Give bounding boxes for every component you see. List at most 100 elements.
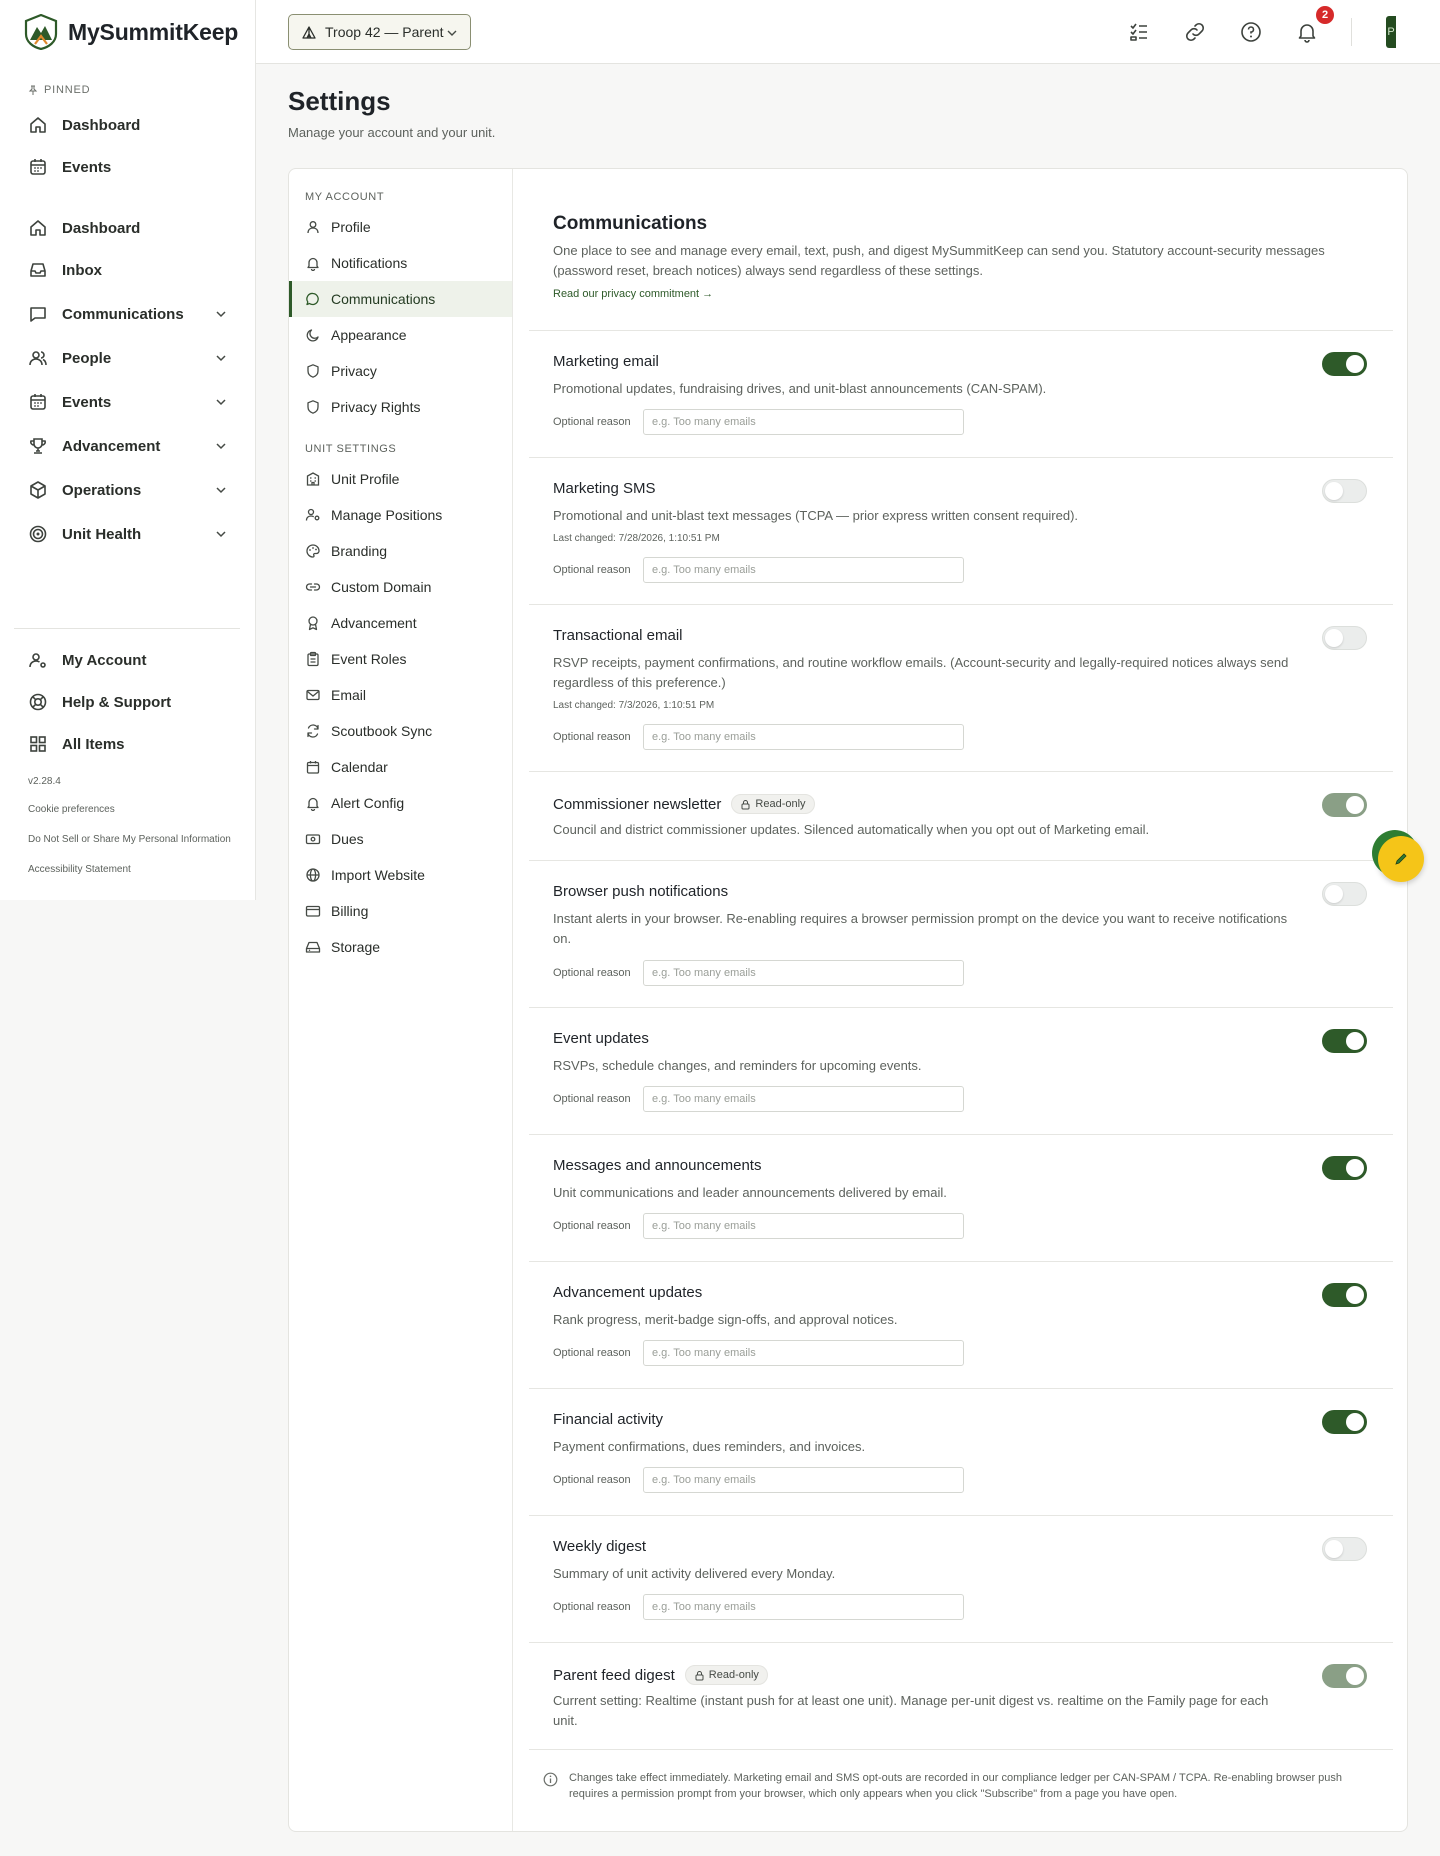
accessibility-statement-link[interactable]: Accessibility Statement [28, 864, 131, 875]
toggle-switch[interactable] [1322, 352, 1367, 376]
settings-tab-storage[interactable]: Storage [289, 929, 512, 965]
settings-tab-import-website[interactable]: Import Website [289, 857, 512, 893]
settings-tab-communications[interactable]: Communications [289, 281, 512, 317]
app-logo[interactable]: MySummitKeep [24, 14, 238, 50]
section-title: Communications [553, 213, 708, 234]
toggle-knob [1325, 885, 1343, 903]
avatar[interactable]: P [1386, 16, 1396, 48]
toggle-switch[interactable] [1322, 1156, 1367, 1180]
toggle-knob [1325, 482, 1343, 500]
toggle-switch[interactable] [1322, 1029, 1367, 1053]
help-circle-icon[interactable] [1239, 20, 1263, 44]
unit-selector[interactable]: Troop 42 — Parent [288, 14, 471, 50]
settings-tab-email[interactable]: Email [289, 677, 512, 713]
do-not-sell-link[interactable]: Do Not Sell or Share My Personal Informa… [28, 834, 231, 845]
pinned-item-dashboard[interactable]: Dashboard [14, 107, 242, 143]
toggle-switch-readonly [1322, 1664, 1367, 1688]
home-icon [28, 115, 48, 135]
reason-label: Optional reason [553, 1093, 631, 1105]
settings-tab-calendar[interactable]: Calendar [289, 749, 512, 785]
pref-description: RSVPs, schedule changes, and reminders f… [553, 1058, 922, 1073]
pref-description: Instant alerts in your browser. Re-enabl… [553, 911, 1288, 946]
reason-input[interactable] [643, 1213, 964, 1239]
sidebar-item-unit-health[interactable]: Unit Health [14, 516, 242, 552]
nav-label: Communications [62, 305, 184, 323]
reason-input[interactable] [643, 557, 964, 583]
sidebar-item-dashboard[interactable]: Dashboard [14, 210, 242, 246]
settings-tab-profile[interactable]: Profile [289, 209, 512, 245]
checklist-icon[interactable] [1127, 20, 1151, 44]
bell-icon[interactable] [1295, 20, 1319, 44]
settings-tab-event-roles[interactable]: Event Roles [289, 641, 512, 677]
floating-edit-button[interactable] [1378, 836, 1424, 882]
settings-tab-billing[interactable]: Billing [289, 893, 512, 929]
settings-tab-unit-profile[interactable]: Unit Profile [289, 461, 512, 497]
sidebar-item-communications[interactable]: Communications [14, 296, 242, 332]
reason-input[interactable] [643, 724, 964, 750]
pref-title: Marketing email [553, 353, 659, 370]
nav-label: Events [62, 393, 112, 411]
pref-description: Rank progress, merit-badge sign-offs, an… [553, 1312, 898, 1327]
pencil-icon [1393, 851, 1409, 867]
user-key-icon [305, 507, 321, 523]
chevron-down-icon [214, 395, 228, 409]
toggle-switch[interactable] [1322, 882, 1367, 906]
reason-input[interactable] [643, 1594, 964, 1620]
sidebar-item-help-support[interactable]: Help & Support [14, 684, 242, 720]
toggle-switch[interactable] [1322, 479, 1367, 503]
pref-title: Advancement updates [553, 1284, 702, 1301]
settings-tab-scoutbook-sync[interactable]: Scoutbook Sync [289, 713, 512, 749]
privacy-commitment-link[interactable]: Read our privacy commitment → [553, 288, 713, 300]
reason-label: Optional reason [553, 1220, 631, 1232]
settings-tab-label: Appearance [331, 327, 407, 343]
reason-label: Optional reason [553, 731, 631, 743]
reason-input[interactable] [643, 1340, 964, 1366]
lock-icon [694, 1670, 705, 1681]
calendar-icon [28, 392, 48, 412]
calendar-icon [28, 157, 48, 177]
settings-tab-dues[interactable]: Dues [289, 821, 512, 857]
pref-title: Browser push notifications [553, 883, 728, 900]
link-icon[interactable] [1183, 20, 1207, 44]
toggle-switch[interactable] [1322, 626, 1367, 650]
settings-tab-advancement[interactable]: Advancement [289, 605, 512, 641]
reason-input[interactable] [643, 1467, 964, 1493]
sidebar-item-inbox[interactable]: Inbox [14, 252, 242, 288]
settings-tab-branding[interactable]: Branding [289, 533, 512, 569]
reason-input[interactable] [643, 960, 964, 986]
settings-tab-label: Communications [331, 291, 436, 307]
toggle-switch[interactable] [1322, 1283, 1367, 1307]
settings-tab-custom-domain[interactable]: Custom Domain [289, 569, 512, 605]
pref-title: Weekly digest [553, 1538, 646, 1555]
settings-tab-label: Branding [331, 543, 388, 559]
settings-tab-label: Billing [331, 903, 369, 919]
sidebar-item-operations[interactable]: Operations [14, 472, 242, 508]
pinned-item-events[interactable]: Events [14, 149, 242, 185]
settings-tab-notifications[interactable]: Notifications [289, 245, 512, 281]
sidebar-item-events[interactable]: Events [14, 384, 242, 420]
toggle-switch[interactable] [1322, 1537, 1367, 1561]
settings-tab-privacy[interactable]: Privacy [289, 353, 512, 389]
pref-title: Parent feed digest Read-only [553, 1665, 768, 1685]
pref-title-text: Advancement updates [553, 1284, 703, 1301]
toggle-switch[interactable] [1322, 1410, 1367, 1434]
settings-tab-alert-config[interactable]: Alert Config [289, 785, 512, 821]
sidebar-divider [14, 628, 240, 629]
page-title: Settings [288, 86, 391, 116]
reason-input[interactable] [643, 409, 964, 435]
sidebar-item-people[interactable]: People [14, 340, 242, 376]
settings-tab-appearance[interactable]: Appearance [289, 317, 512, 353]
settings-tab-manage-positions[interactable]: Manage Positions [289, 497, 512, 533]
settings-tab-privacy-rights[interactable]: Privacy Rights [289, 389, 512, 425]
page-subtitle: Manage your account and your unit. [288, 125, 496, 140]
reason-input[interactable] [643, 1086, 964, 1112]
sidebar-item-all-items[interactable]: All Items [14, 726, 242, 762]
banknote-icon [305, 831, 321, 847]
nav-label: Help & Support [62, 693, 172, 711]
sidebar-item-advancement[interactable]: Advancement [14, 428, 242, 464]
last-changed-text: Last changed: 7/3/2026, 1:10:51 PM [553, 700, 715, 711]
sidebar-item-my-account[interactable]: My Account [14, 642, 242, 678]
cookie-preferences-link[interactable]: Cookie preferences [28, 804, 115, 815]
settings-tab-label: Alert Config [331, 795, 405, 811]
pref-title-text: Weekly digest [553, 1538, 647, 1555]
